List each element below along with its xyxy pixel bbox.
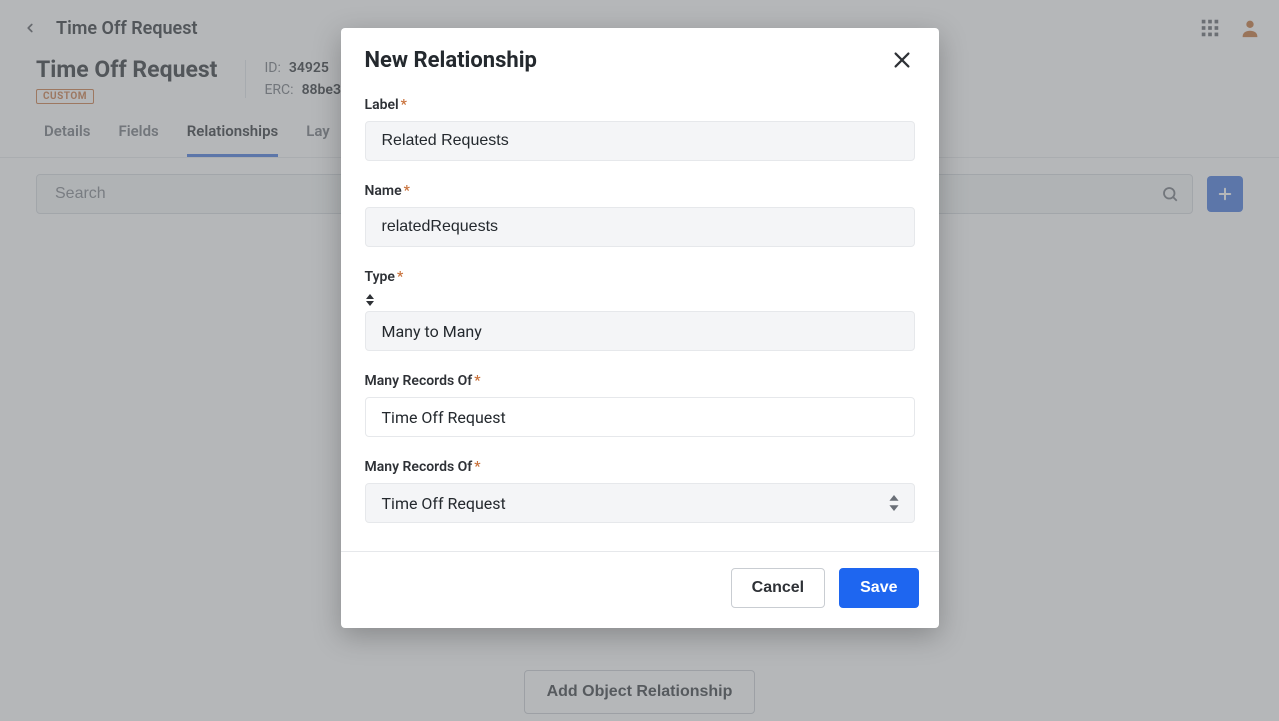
cancel-button[interactable]: Cancel [731, 568, 825, 608]
many-records-1-value: Time Off Request [365, 397, 915, 437]
label-input[interactable] [365, 121, 915, 161]
type-select[interactable]: Many to Many [365, 311, 915, 351]
type-sort-icon [365, 293, 915, 307]
save-button[interactable]: Save [839, 568, 918, 608]
label-field-label: Label* [365, 97, 915, 113]
modal-close-button[interactable] [891, 49, 915, 73]
modal-title: New Relationship [365, 48, 537, 73]
select-caret-icon [888, 495, 900, 511]
many-records-2-select[interactable]: Time Off Request [365, 483, 915, 523]
many-records-2-value: Time Off Request [382, 494, 506, 513]
name-input[interactable] [365, 207, 915, 247]
name-field-label: Name* [365, 183, 915, 199]
new-relationship-modal: New Relationship Label* Name* Type* [341, 28, 939, 628]
many-records-1-label: Many Records Of* [365, 373, 915, 389]
many-records-2-label: Many Records Of* [365, 459, 915, 475]
close-icon [891, 49, 913, 71]
type-value: Many to Many [382, 322, 482, 341]
type-field-label: Type* [365, 269, 915, 285]
